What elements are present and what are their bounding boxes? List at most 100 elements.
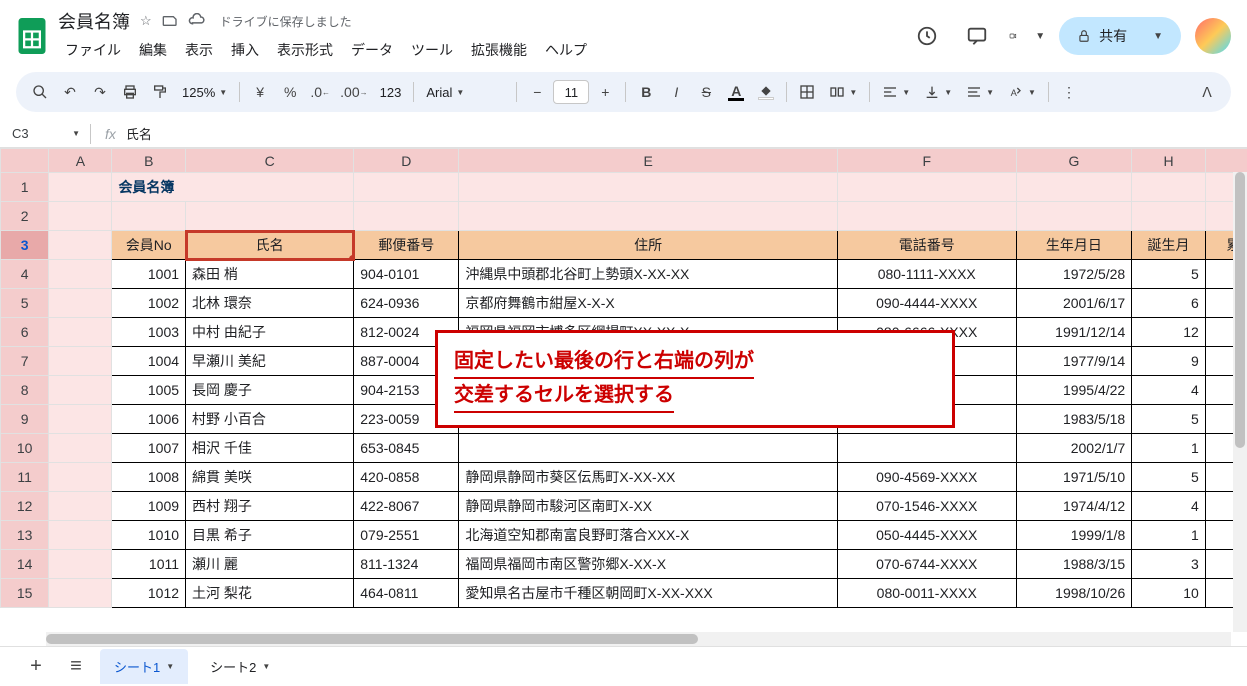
cell[interactable]: 1003: [112, 318, 186, 347]
cell[interactable]: 5: [1132, 260, 1206, 289]
cell[interactable]: 1009: [112, 492, 186, 521]
cell[interactable]: [459, 434, 837, 463]
avatar[interactable]: [1195, 18, 1231, 54]
menu-view[interactable]: 表示: [178, 36, 220, 64]
bold-icon[interactable]: B: [632, 78, 660, 106]
cell[interactable]: 12: [1132, 318, 1206, 347]
cell[interactable]: [49, 173, 112, 202]
cell-header[interactable]: 誕生月: [1132, 231, 1206, 260]
menu-tools[interactable]: ツール: [404, 36, 460, 64]
cell[interactable]: 070-6744-XXXX: [837, 550, 1016, 579]
cell[interactable]: 050-4445-XXXX: [837, 521, 1016, 550]
fill-color-icon[interactable]: [752, 78, 780, 106]
meet-icon[interactable]: ▼: [1009, 18, 1045, 54]
strikethrough-icon[interactable]: S: [692, 78, 720, 106]
cell[interactable]: 北林 環奈: [186, 289, 354, 318]
increase-decimal-icon[interactable]: .00→: [336, 78, 371, 106]
menu-file[interactable]: ファイル: [58, 36, 128, 64]
wrap-dropdown[interactable]: ▼: [960, 78, 1000, 106]
cell[interactable]: 1: [1132, 434, 1206, 463]
cell-header[interactable]: 会員No: [112, 231, 186, 260]
row-header[interactable]: 10: [1, 434, 49, 463]
row-header[interactable]: 9: [1, 405, 49, 434]
cell[interactable]: 早瀬川 美紀: [186, 347, 354, 376]
search-menus-icon[interactable]: [26, 78, 54, 106]
cell[interactable]: 村野 小百合: [186, 405, 354, 434]
cell[interactable]: 079-2551: [354, 521, 459, 550]
cell[interactable]: 1988/3/15: [1016, 550, 1132, 579]
borders-icon[interactable]: [793, 78, 821, 106]
sheet-tab-1[interactable]: シート1▼: [100, 649, 188, 684]
row-header[interactable]: 3: [1, 231, 49, 260]
currency-icon[interactable]: ¥: [246, 78, 274, 106]
cell-title[interactable]: 会員名簿: [112, 173, 354, 202]
cell-header-selected[interactable]: 氏名: [186, 231, 354, 260]
row-header[interactable]: 2: [1, 202, 49, 231]
zoom-dropdown[interactable]: 125%▼: [176, 78, 233, 106]
cell[interactable]: 2002/1/7: [1016, 434, 1132, 463]
vertical-scrollbar[interactable]: [1233, 172, 1247, 632]
cell[interactable]: 瀬川 麗: [186, 550, 354, 579]
cell[interactable]: 目黒 希子: [186, 521, 354, 550]
percent-icon[interactable]: %: [276, 78, 304, 106]
cell-header[interactable]: 郵便番号: [354, 231, 459, 260]
font-dropdown[interactable]: Arial▼: [420, 78, 510, 106]
cell[interactable]: 京都府舞鶴市紺屋X-X-X: [459, 289, 837, 318]
row-header[interactable]: 11: [1, 463, 49, 492]
cell[interactable]: 愛知県名古屋市千種区朝岡町X-XX-XXX: [459, 579, 837, 608]
col-header[interactable]: A: [49, 149, 112, 173]
cell[interactable]: 1002: [112, 289, 186, 318]
collapse-toolbar-icon[interactable]: ᐱ: [1193, 78, 1221, 106]
redo-icon[interactable]: ↷: [86, 78, 114, 106]
decrease-font-icon[interactable]: −: [523, 78, 551, 106]
col-header[interactable]: [1205, 149, 1247, 173]
horizontal-scrollbar[interactable]: [46, 632, 1231, 646]
cell[interactable]: 1007: [112, 434, 186, 463]
cell[interactable]: 1998/10/26: [1016, 579, 1132, 608]
menu-data[interactable]: データ: [344, 36, 400, 64]
share-button[interactable]: 共有 ▼: [1059, 17, 1181, 55]
cell[interactable]: 080-1111-XXXX: [837, 260, 1016, 289]
cell-header[interactable]: 住所: [459, 231, 837, 260]
horizontal-align-dropdown[interactable]: ▼: [876, 78, 916, 106]
cell[interactable]: 福岡県福岡市南区警弥郷X-XX-X: [459, 550, 837, 579]
cell[interactable]: 6: [1132, 289, 1206, 318]
cell[interactable]: 1974/4/12: [1016, 492, 1132, 521]
cell[interactable]: 1005: [112, 376, 186, 405]
cell-header[interactable]: 電話番号: [837, 231, 1016, 260]
cell[interactable]: 4: [1132, 492, 1206, 521]
cell[interactable]: 1004: [112, 347, 186, 376]
cell[interactable]: 綿貫 美咲: [186, 463, 354, 492]
cell[interactable]: 1012: [112, 579, 186, 608]
menu-help[interactable]: ヘルプ: [538, 36, 594, 64]
doc-title[interactable]: 会員名簿: [58, 8, 130, 34]
cell[interactable]: 811-1324: [354, 550, 459, 579]
formula-input[interactable]: 氏名: [126, 124, 1247, 143]
sheet-tab-2[interactable]: シート2▼: [196, 649, 284, 684]
col-header[interactable]: D: [354, 149, 459, 173]
cell[interactable]: 1008: [112, 463, 186, 492]
cloud-status-icon[interactable]: [188, 13, 206, 30]
cell[interactable]: 070-1546-XXXX: [837, 492, 1016, 521]
row-header[interactable]: 7: [1, 347, 49, 376]
sheets-logo-icon[interactable]: [16, 16, 48, 56]
rotate-dropdown[interactable]: A▼: [1002, 78, 1042, 106]
italic-icon[interactable]: I: [662, 78, 690, 106]
all-sheets-icon[interactable]: ≡: [60, 651, 92, 683]
cell[interactable]: 624-0936: [354, 289, 459, 318]
decrease-decimal-icon[interactable]: .0←: [306, 78, 334, 106]
paint-format-icon[interactable]: [146, 78, 174, 106]
col-header[interactable]: B: [112, 149, 186, 173]
cell[interactable]: 長岡 慶子: [186, 376, 354, 405]
cell[interactable]: 1006: [112, 405, 186, 434]
star-icon[interactable]: ☆: [140, 13, 152, 29]
cell[interactable]: 1010: [112, 521, 186, 550]
col-header[interactable]: G: [1016, 149, 1132, 173]
cell[interactable]: 090-4444-XXXX: [837, 289, 1016, 318]
row-header[interactable]: 14: [1, 550, 49, 579]
cell[interactable]: 1977/9/14: [1016, 347, 1132, 376]
menu-extensions[interactable]: 拡張機能: [464, 36, 534, 64]
cell[interactable]: 10: [1132, 579, 1206, 608]
row-header[interactable]: 4: [1, 260, 49, 289]
cell[interactable]: 422-8067: [354, 492, 459, 521]
